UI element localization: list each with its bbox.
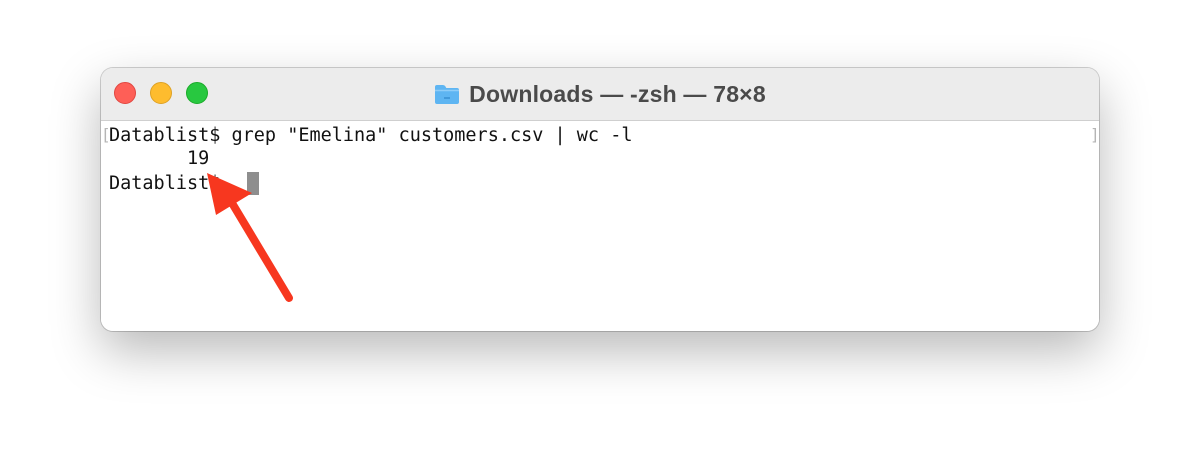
terminal-line: 19	[109, 148, 210, 169]
folder-icon	[434, 83, 460, 105]
line-marker-right: ]	[1090, 125, 1099, 144]
terminal-content[interactable]: [ ] Datablist$ grep "Emelina" customers.…	[101, 121, 1099, 331]
terminal-prompt-line: Datablist$	[109, 173, 232, 194]
window-title: Downloads — -zsh — 78×8	[469, 80, 766, 107]
title-bar[interactable]: Downloads — -zsh — 78×8	[101, 68, 1099, 121]
terminal-cursor	[247, 172, 259, 195]
terminal-window: Downloads — -zsh — 78×8 [ ] Datablist$ g…	[101, 68, 1099, 331]
title-group: Downloads — -zsh — 78×8	[101, 68, 1099, 120]
terminal-line: Datablist$ grep "Emelina" customers.csv …	[109, 125, 633, 146]
